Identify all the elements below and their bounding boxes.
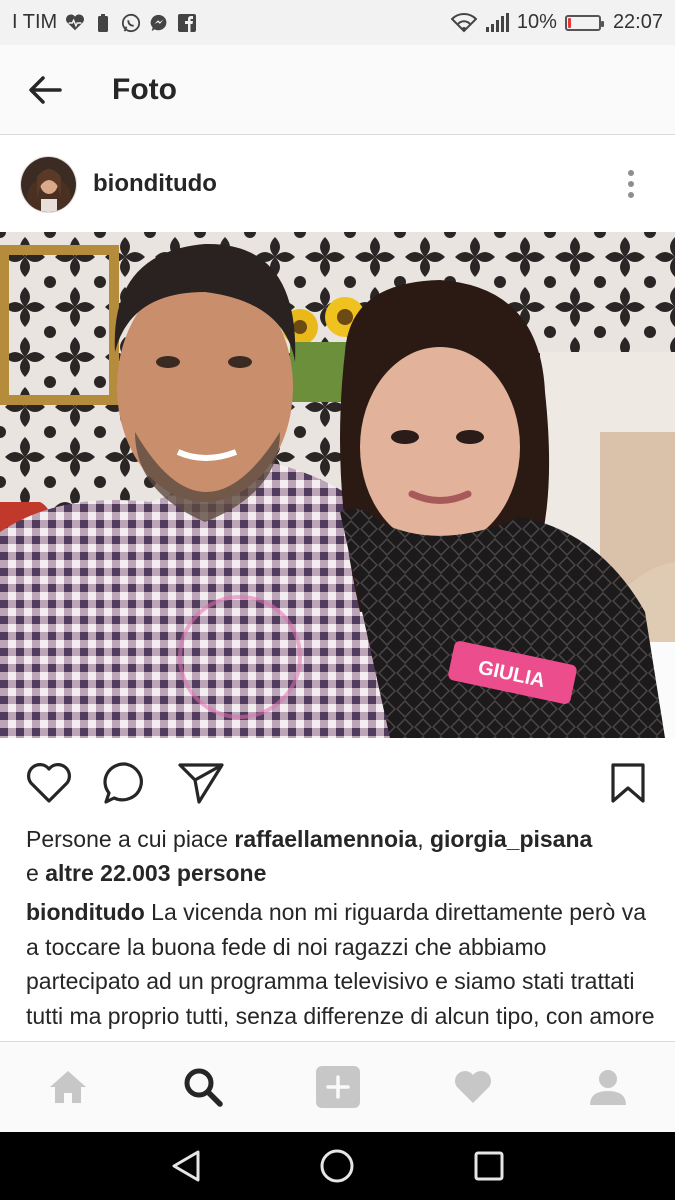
back-triangle-icon: [172, 1150, 200, 1182]
system-back-button[interactable]: [166, 1146, 206, 1186]
nav-add[interactable]: [270, 1042, 405, 1132]
comment-icon: [103, 762, 143, 804]
more-vertical-icon: [628, 170, 634, 198]
liker-1[interactable]: raffaellamennoia: [234, 826, 417, 852]
heart-monitor-icon: [65, 13, 85, 33]
save-button[interactable]: [599, 754, 657, 812]
profile-icon: [589, 1070, 626, 1105]
add-icon: [315, 1066, 360, 1108]
post-header: bionditudo: [0, 136, 675, 232]
likes-text: Persone a cui piace raffaellamennoia, gi…: [26, 822, 656, 890]
likes-prefix: Persone a cui piace: [26, 826, 235, 852]
comment-button[interactable]: [96, 754, 154, 812]
likes-conjunction: e: [26, 860, 46, 886]
nav-search[interactable]: [135, 1042, 270, 1132]
heart-icon: [27, 763, 71, 803]
like-button[interactable]: [20, 754, 78, 812]
home-circle-icon: [320, 1149, 354, 1183]
more-options-button[interactable]: [601, 154, 661, 214]
system-recents-button[interactable]: [469, 1146, 509, 1186]
battery-saver-icon: [93, 13, 113, 33]
post-photo[interactable]: GIULIA: [0, 232, 675, 738]
post-caption: bionditudo La vicenda non mi riguarda di…: [26, 895, 656, 1040]
page-title: Foto: [112, 72, 177, 106]
app-header: Foto: [0, 45, 675, 135]
likes-separator: ,: [417, 826, 430, 852]
back-button[interactable]: [0, 45, 90, 135]
whatsapp-icon: [121, 13, 141, 33]
nav-profile[interactable]: [540, 1042, 675, 1132]
search-icon: [184, 1068, 223, 1107]
messenger-icon: [149, 13, 169, 33]
facebook-icon: [177, 13, 197, 33]
carrier-label: I TIM: [12, 11, 58, 33]
activity-heart-icon: [454, 1071, 491, 1103]
nav-home[interactable]: [0, 1042, 135, 1132]
status-bar: I TIM 10% 22:07: [0, 0, 675, 45]
home-icon: [49, 1071, 86, 1103]
post-actions: [0, 738, 675, 828]
system-nav-bar: [0, 1132, 675, 1200]
post-username[interactable]: bionditudo: [93, 170, 217, 198]
status-right: 10% 22:07: [450, 11, 663, 34]
send-icon: [178, 763, 224, 804]
likes-others-link[interactable]: altre 22.003 persone: [45, 860, 266, 886]
system-home-button[interactable]: [317, 1146, 357, 1186]
arrow-left-icon: [29, 75, 62, 104]
battery-percent: 10%: [516, 11, 557, 33]
bottom-nav: [0, 1041, 675, 1132]
share-button[interactable]: [172, 754, 230, 812]
nav-activity[interactable]: [405, 1042, 540, 1132]
clock: 22:07: [612, 11, 663, 33]
signal-icon: [485, 12, 509, 33]
battery-fill: [567, 17, 571, 28]
caption-author[interactable]: bionditudo: [26, 899, 145, 925]
avatar[interactable]: [20, 155, 77, 213]
wifi-icon: [450, 12, 477, 33]
bookmark-icon: [611, 763, 645, 803]
liker-2[interactable]: giorgia_pisana: [430, 826, 592, 852]
status-left: I TIM: [12, 11, 197, 34]
battery-icon: [564, 14, 604, 31]
recents-square-icon: [474, 1151, 504, 1181]
